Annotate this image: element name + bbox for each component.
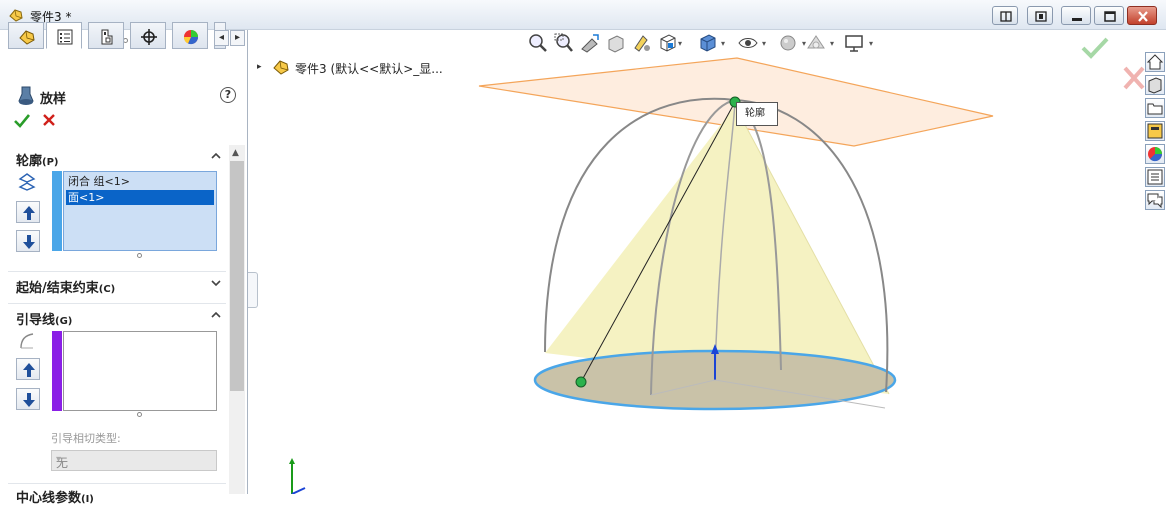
cancel-button[interactable] <box>41 112 57 128</box>
profiles-section-title: 轮廓(P) <box>16 154 59 169</box>
configuration-manager-icon <box>101 29 113 45</box>
property-manager-icon <box>57 29 73 45</box>
centerline-section-title: 中心线参数(I) <box>16 491 94 506</box>
guides-list[interactable] <box>63 331 217 411</box>
property-manager-panel <box>0 30 248 494</box>
start-end-section-header[interactable]: 起始/结束约束(C) <box>8 271 226 296</box>
tab-display-manager[interactable] <box>172 22 208 49</box>
chevron-up-icon <box>211 311 221 318</box>
tile-icon <box>1000 11 1012 22</box>
profile-callout[interactable]: 轮廓 <box>736 102 778 126</box>
arrow-up-icon <box>23 363 35 377</box>
chevron-up-icon <box>211 152 221 159</box>
cascade-button[interactable] <box>1027 6 1053 25</box>
move-down-button[interactable] <box>16 230 40 252</box>
profile-start-point[interactable] <box>575 376 587 388</box>
part-icon <box>9 9 23 22</box>
panel-scrollbar[interactable]: ▲ <box>229 145 245 494</box>
scroll-up-icon[interactable]: ▲ <box>232 148 239 158</box>
arrow-down-icon <box>23 235 35 249</box>
arrow-up-icon <box>23 206 35 220</box>
dimxpert-icon <box>141 29 157 45</box>
maximize-button[interactable] <box>1094 6 1124 25</box>
chevron-down-icon <box>211 280 221 287</box>
arrow-down-icon <box>23 393 35 407</box>
guide-move-down-button[interactable] <box>16 388 40 410</box>
tab-configuration-manager[interactable] <box>88 22 124 49</box>
minimize-button[interactable] <box>1061 6 1091 25</box>
list-item[interactable]: 闭合 组<1> <box>66 174 214 189</box>
close-icon <box>1138 11 1148 22</box>
tab-dimxpert-manager[interactable] <box>130 22 166 49</box>
close-button[interactable] <box>1127 6 1157 25</box>
minimize-icon <box>1072 18 1082 21</box>
profiles-list[interactable]: 闭合 组<1> 面<1> <box>63 171 217 251</box>
guides-section-title: 引导线(G) <box>16 313 73 328</box>
cascade-icon <box>1035 11 1047 22</box>
tab-property-manager[interactable] <box>46 22 82 49</box>
ok-button[interactable] <box>13 112 31 130</box>
list-resize-grip[interactable] <box>137 253 142 258</box>
tab-scroll-left-button[interactable]: ◂ <box>214 30 229 46</box>
guide-curve-icon <box>20 333 34 349</box>
restore-tile-button[interactable] <box>992 6 1018 25</box>
manager-tabs <box>8 22 246 49</box>
scroll-thumb[interactable] <box>230 161 244 391</box>
guide-list-resize-grip[interactable] <box>137 412 142 417</box>
tab-scroll-right-button[interactable]: ▸ <box>230 30 245 46</box>
loft-feature-icon <box>18 86 34 105</box>
profile-callout-label: 轮廓 <box>745 108 765 119</box>
guides-color-bar <box>52 331 62 411</box>
feature-title: 放样 <box>40 92 67 107</box>
move-up-button[interactable] <box>16 201 40 223</box>
chevron-down-icon: ▾ <box>56 454 62 465</box>
tangency-type-select[interactable]: 无 ▾ <box>51 450 217 471</box>
model-graphics[interactable] <box>249 30 1166 494</box>
tab-feature-manager[interactable] <box>8 22 44 49</box>
coordinate-triad <box>289 458 306 494</box>
centerline-section-header[interactable]: 中心线参数(I) <box>8 483 226 507</box>
help-button[interactable]: ? <box>220 87 236 103</box>
display-manager-icon <box>183 30 199 45</box>
list-item[interactable]: 面<1> <box>66 190 214 205</box>
guide-move-up-button[interactable] <box>16 358 40 380</box>
guides-section-header[interactable]: 引导线(G) <box>8 303 226 328</box>
tangency-type-label: 引导相切类型: <box>51 432 121 445</box>
feature-manager-icon <box>19 30 35 45</box>
profile-icon <box>18 173 36 191</box>
maximize-icon <box>1104 11 1116 22</box>
start-end-section-title: 起始/结束约束(C) <box>16 281 116 296</box>
profiles-color-bar <box>52 171 62 251</box>
profiles-section-header[interactable]: 轮廓(P) <box>8 145 226 169</box>
